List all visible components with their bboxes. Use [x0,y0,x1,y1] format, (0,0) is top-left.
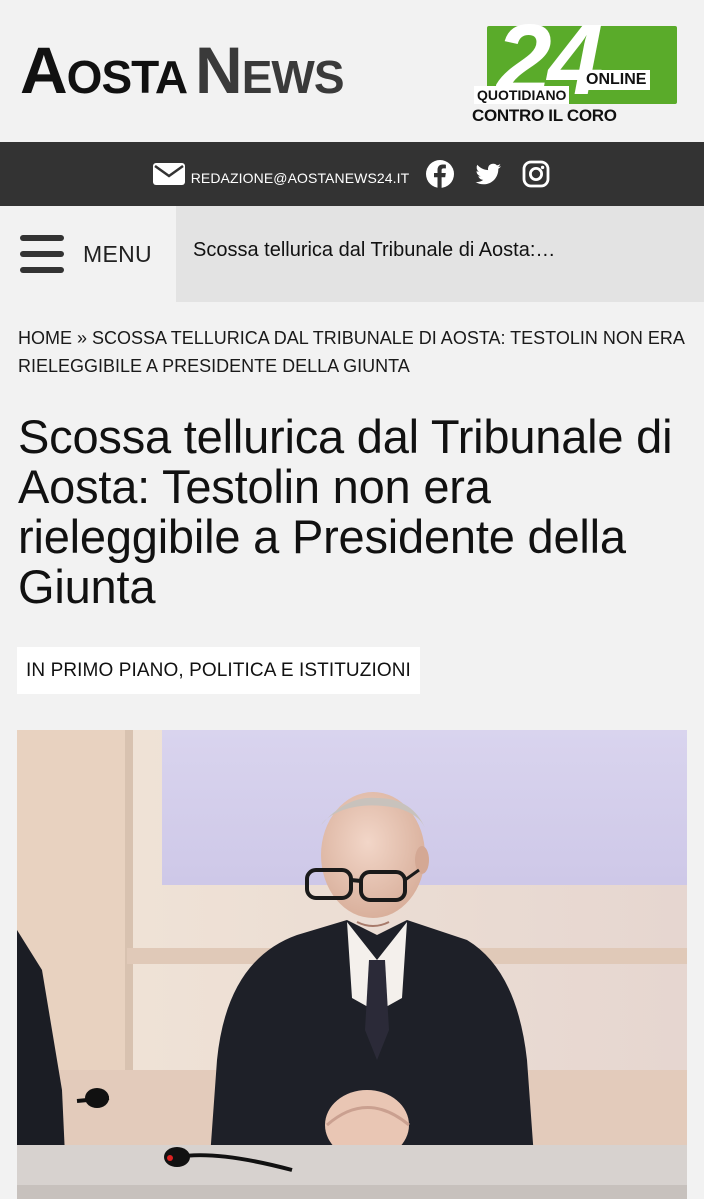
menu-label: MENU [83,240,152,267]
twitter-icon[interactable] [473,159,503,189]
category-links[interactable]: IN PRIMO PIANO, POLITICA E ISTITUZIONI [26,660,411,682]
contact-bar: REDAZIONE@AOSTANEWS24.IT [0,142,704,206]
email-text: REDAZIONE@AOSTANEWS24.IT [190,170,410,186]
breadcrumb-current: SCOSSA TELLURICA DAL TRIBUNALE DI AOSTA:… [18,328,684,376]
menu-button[interactable]: MENU [0,206,176,302]
article-title: Scossa tellurica dal Tribunale di Aosta:… [18,410,673,613]
badge-online-label: ONLINE [582,70,651,90]
email-link[interactable]: REDAZIONE@AOSTANEWS24.IT [152,162,410,186]
breadcrumb: HOME » SCOSSA TELLURICA DAL TRIBUNALE DI… [18,324,688,380]
nav-row: MENU Scossa tellurica dal Tribunale di A… [0,206,704,302]
site-logo[interactable]: AOSTA NEWS [20,33,344,107]
news-ticker[interactable]: Scossa tellurica dal Tribunale di Aosta:… [176,206,704,302]
ticker-headline[interactable]: Scossa tellurica dal Tribunale di Aosta:… [193,239,555,262]
category-box: IN PRIMO PIANO, POLITICA E ISTITUZIONI [17,647,420,694]
breadcrumb-home-link[interactable]: HOME [18,328,72,348]
facebook-icon[interactable] [425,159,455,189]
site-header: AOSTA NEWS 24 ONLINE QUOTIDIANO CONTRO I… [0,0,704,142]
badge-tagline: CONTRO IL CORO [472,106,617,125]
badge-quotidiano-label: QUOTIDIANO [474,86,570,104]
instagram-icon[interactable] [521,159,551,189]
logo-word-news: NEWS [195,33,344,107]
featured-image[interactable] [17,730,687,1199]
mail-icon [152,163,185,185]
hamburger-icon [20,235,64,273]
breadcrumb-separator: » [72,328,93,348]
logo-word-aosta: AOSTA [20,33,188,107]
logo-badge-24: 24 ONLINE QUOTIDIANO CONTRO IL CORO [470,10,686,126]
